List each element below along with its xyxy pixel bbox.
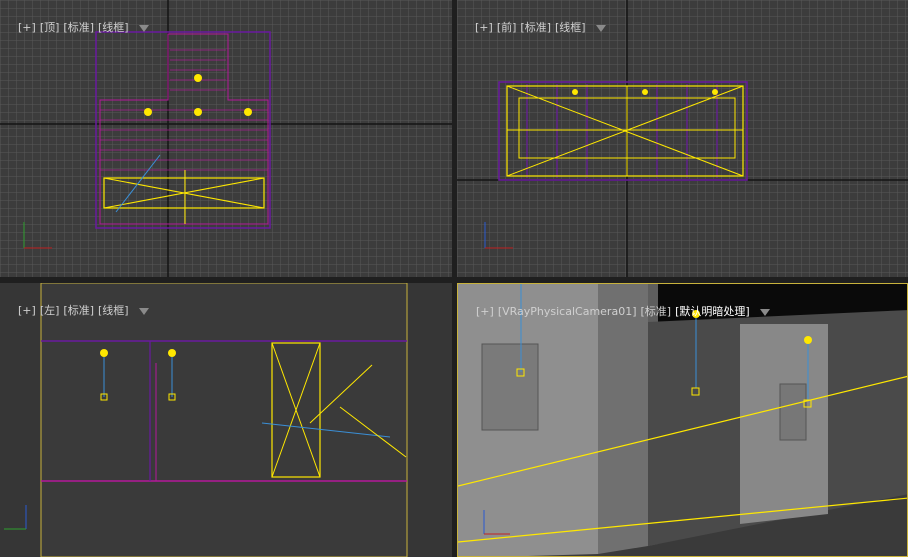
filter-icon[interactable] [759, 308, 770, 316]
filter-icon[interactable] [138, 24, 149, 32]
viewport-menu-button[interactable]: [+] [18, 304, 36, 317]
view-name-button[interactable]: [前] [497, 21, 517, 34]
filter-icon[interactable] [595, 24, 606, 32]
display-mode-button[interactable]: [线框] [555, 21, 586, 34]
display-mode-button[interactable]: [默认明暗处理] [675, 305, 750, 318]
viewport-top[interactable]: [+] [顶] [标准] [线框] [0, 0, 452, 277]
viewport-left[interactable]: [+] [左] [标准] [线框] [0, 283, 452, 557]
view-name-button[interactable]: [左] [40, 304, 60, 317]
viewport-front-label[interactable]: [+] [前] [标准] [线框] [461, 6, 606, 48]
viewport-menu-button[interactable]: [+] [476, 305, 494, 318]
viewport-camera[interactable]: [+] [VRayPhysicalCamera01] [标准] [默认明暗处理] [457, 283, 908, 557]
shading-button[interactable]: [标准] [520, 21, 551, 34]
viewport-menu-button[interactable]: [+] [475, 21, 493, 34]
viewport-front[interactable]: [+] [前] [标准] [线框] [457, 0, 908, 277]
filter-icon[interactable] [138, 307, 149, 315]
viewport-top-label[interactable]: [+] [顶] [标准] [线框] [4, 6, 149, 48]
view-name-button[interactable]: [VRayPhysicalCamera01] [498, 305, 637, 318]
shading-button[interactable]: [标准] [640, 305, 671, 318]
viewport-camera-label[interactable]: [+] [VRayPhysicalCamera01] [标准] [默认明暗处理] [462, 290, 770, 332]
shading-button[interactable]: [标准] [63, 21, 94, 34]
axis-tripod-icon [4, 505, 27, 530]
viewport-menu-button[interactable]: [+] [18, 21, 36, 34]
display-mode-button[interactable]: [线框] [98, 21, 129, 34]
shading-button[interactable]: [标准] [63, 304, 94, 317]
viewport-divider-horizontal[interactable] [0, 277, 908, 283]
viewport-left-label[interactable]: [+] [左] [标准] [线框] [4, 289, 149, 331]
view-name-button[interactable]: [顶] [40, 21, 60, 34]
display-mode-button[interactable]: [线框] [98, 304, 129, 317]
